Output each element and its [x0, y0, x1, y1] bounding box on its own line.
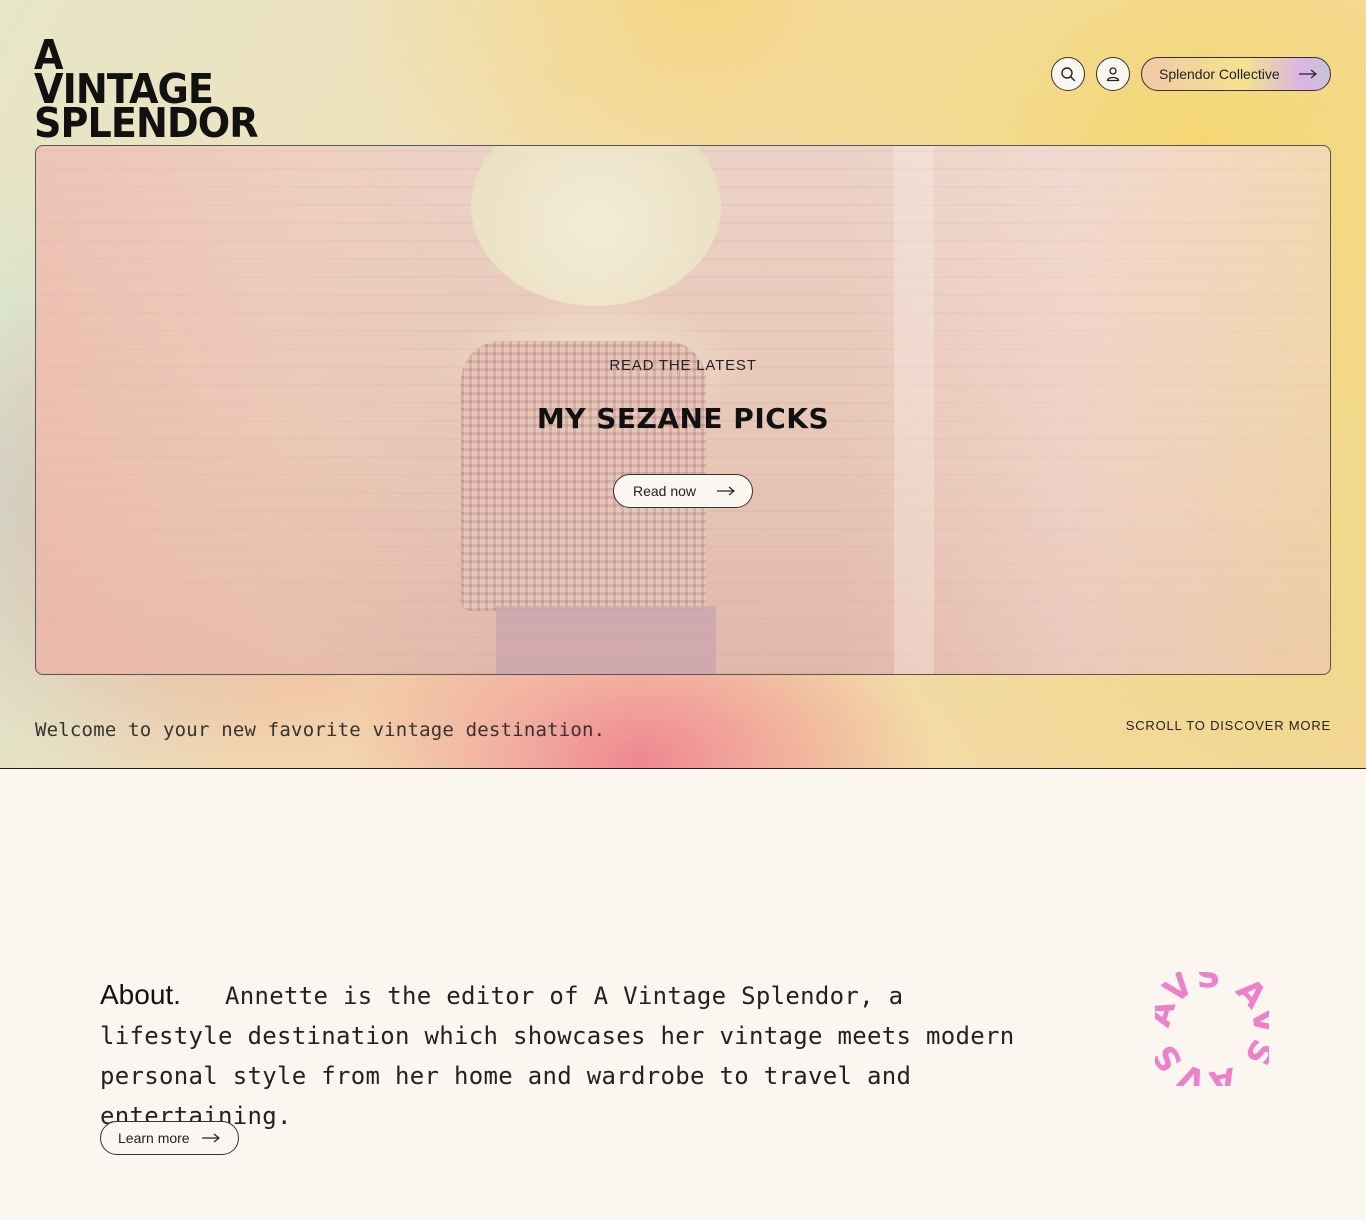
logo-line-1: A VINTAGE [34, 31, 214, 113]
logo-line-2: SPLENDOR [34, 99, 259, 147]
account-button[interactable] [1096, 57, 1130, 91]
featured-eyebrow: READ THE LATEST [609, 357, 757, 374]
read-now-label: Read now [633, 483, 697, 499]
header-actions: Splendor Collective [1051, 57, 1331, 91]
svg-text:AVS AVS AVS: AVS AVS AVS [1155, 972, 1269, 1086]
featured-post-content: READ THE LATEST MY SEZANE PICKS Read now [36, 146, 1330, 674]
arrow-right-icon [717, 486, 735, 496]
search-icon [1061, 67, 1076, 82]
user-icon [1106, 67, 1120, 82]
scroll-hint: SCROLL TO DISCOVER MORE [1125, 718, 1331, 733]
about-section: About. Annette is the editor of A Vintage… [100, 975, 1040, 1136]
welcome-tagline: Welcome to your new favorite vintage des… [35, 719, 606, 741]
badge-text: AVS AVS AVS [1155, 972, 1269, 1086]
splendor-collective-button[interactable]: Splendor Collective [1141, 57, 1331, 91]
featured-title[interactable]: MY SEZANE PICKS [36, 402, 1330, 435]
about-paragraph: About. Annette is the editor of A Vintage… [100, 975, 1040, 1136]
featured-post-card[interactable]: READ THE LATEST MY SEZANE PICKS Read now [35, 145, 1331, 675]
search-button[interactable] [1051, 57, 1085, 91]
arrow-right-icon [1299, 69, 1317, 79]
splendor-collective-label: Splendor Collective [1159, 66, 1280, 82]
arrow-right-icon [202, 1133, 220, 1143]
read-now-button[interactable]: Read now [613, 474, 753, 508]
learn-more-label: Learn more [118, 1130, 190, 1146]
learn-more-button[interactable]: Learn more [100, 1121, 239, 1155]
avs-badge-logo: AVS AVS AVS [1155, 972, 1269, 1086]
about-heading: About. [100, 979, 181, 1010]
about-body: Annette is the editor of A Vintage Splen… [100, 982, 1015, 1130]
hero-section: A VINTAGE SPLENDOR Splendor Collective R… [0, 0, 1366, 769]
site-logo[interactable]: A VINTAGE SPLENDOR [34, 31, 259, 147]
